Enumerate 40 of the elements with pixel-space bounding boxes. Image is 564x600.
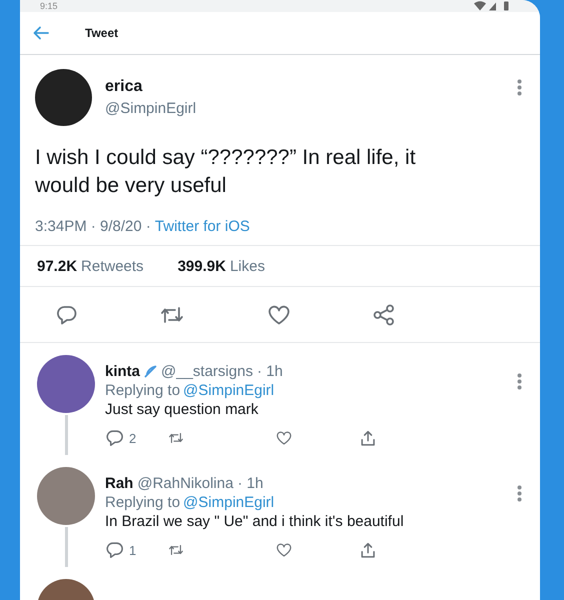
tweet-timestamp: 3:34PM · 9/8/20 · xyxy=(35,218,151,235)
like-icon[interactable] xyxy=(268,304,290,324)
user-handle: @RahNikolina xyxy=(137,475,234,492)
reply-time: · 1h xyxy=(256,363,283,380)
reply-icon[interactable] xyxy=(57,304,77,324)
tweet-text: I wish I could say “???????” In real life, it would be very useful xyxy=(35,145,417,199)
more-options-icon[interactable] xyxy=(517,485,522,502)
share-icon[interactable] xyxy=(359,428,377,448)
stat-label: Retweets xyxy=(81,258,144,274)
reply-icon[interactable] xyxy=(105,428,125,448)
back-arrow-icon[interactable] xyxy=(33,26,49,40)
source-link[interactable]: Twitter for iOS xyxy=(154,218,250,235)
mention-link[interactable]: @SimpinEgirl xyxy=(183,494,274,511)
replying-label: Replying to xyxy=(105,494,180,511)
thread-line xyxy=(64,415,68,455)
stat-count: 97.2K xyxy=(37,258,78,274)
replying-label: Replying to xyxy=(105,382,180,399)
thread-line xyxy=(64,527,68,567)
share-icon[interactable] xyxy=(372,304,395,326)
user-handle: @__starsigns xyxy=(161,363,253,380)
reply-count: 2 xyxy=(129,430,136,446)
reply-count: 1 xyxy=(129,542,136,558)
retweet-icon[interactable] xyxy=(160,306,184,324)
user-name: erica xyxy=(105,78,144,96)
status-time: 9:15 xyxy=(40,1,58,11)
user-name: kinta xyxy=(105,363,140,380)
user-name: Rah xyxy=(105,475,134,492)
stat-count: 399.9K xyxy=(178,258,226,274)
more-options-icon[interactable] xyxy=(517,79,522,96)
reply-icon[interactable] xyxy=(105,540,125,560)
reply-text: In Brazil we say " Ue" and i think it's beautiful xyxy=(105,513,404,530)
mention-link[interactable]: @SimpinEgirl xyxy=(183,382,274,399)
more-options-icon[interactable] xyxy=(517,373,522,390)
status-icons xyxy=(474,1,510,11)
header-title: Tweet xyxy=(85,26,118,40)
reply-text: Just say question mark xyxy=(105,401,260,418)
user-handle: @SimpinEgirl xyxy=(105,100,198,117)
share-icon[interactable] xyxy=(359,540,377,560)
stat-label: Likes xyxy=(230,258,265,274)
reply-time: · 1h xyxy=(237,475,264,492)
